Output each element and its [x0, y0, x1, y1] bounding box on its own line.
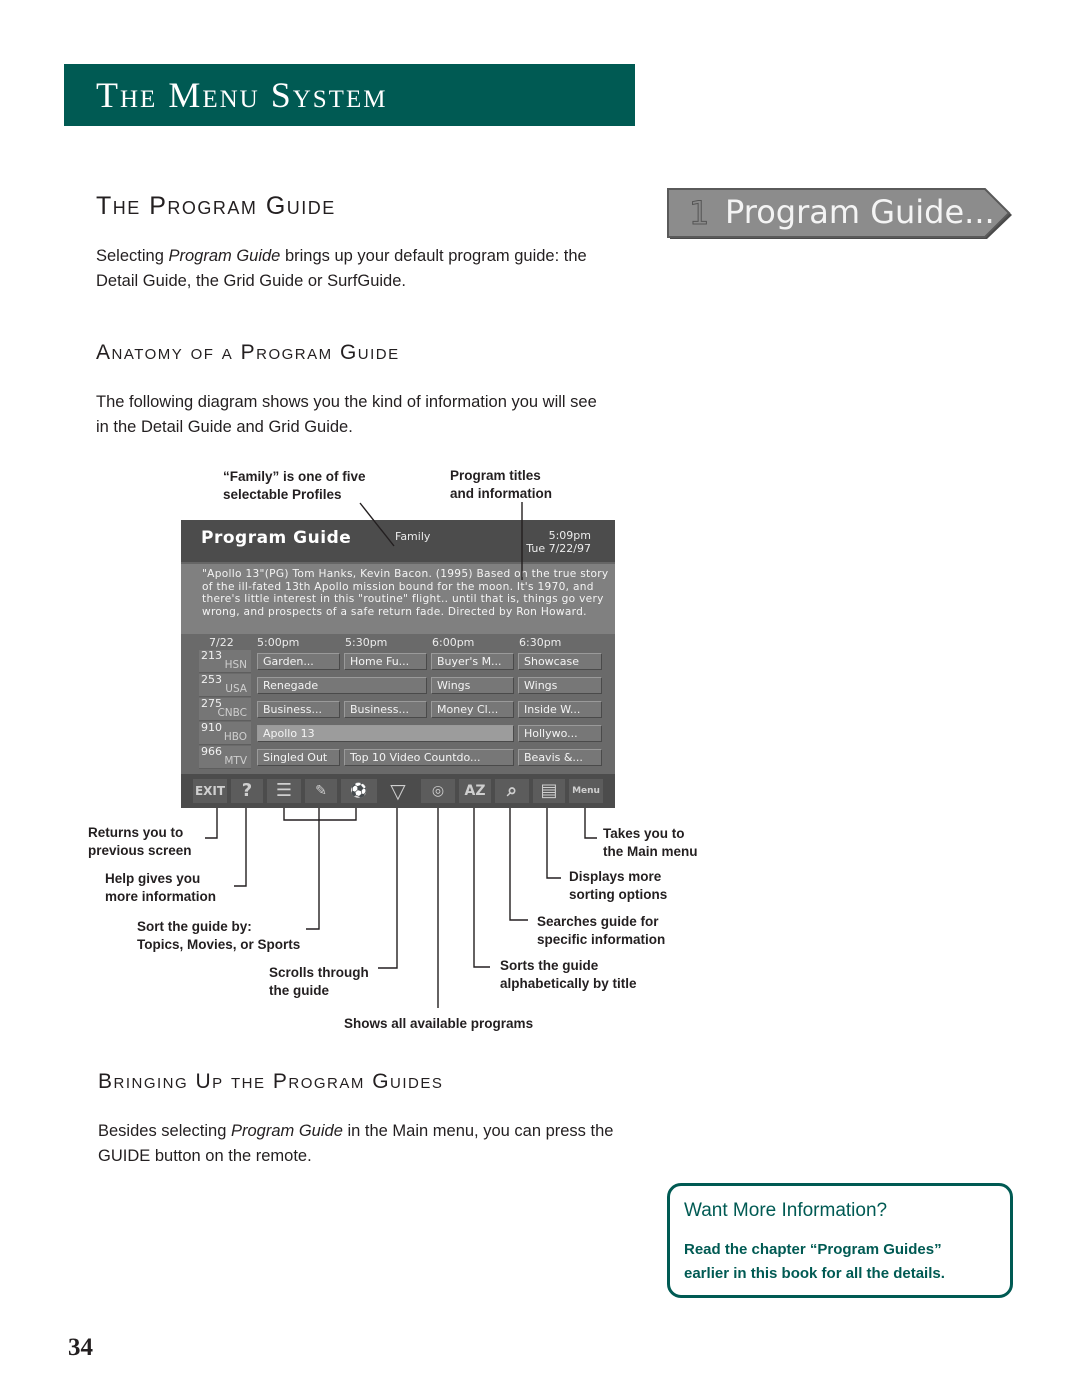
leader-az	[473, 808, 490, 968]
text-span: GUIDE button on the remote.	[98, 1147, 312, 1165]
leader-menu	[584, 808, 597, 839]
callout-line: Sorts the guide	[500, 958, 599, 973]
more-info-text: Read the chapter “Program Guides” earlie…	[684, 1238, 1004, 1286]
callout-line: sorting options	[569, 887, 668, 902]
callout-line: the guide	[269, 983, 329, 998]
leader-search	[509, 808, 528, 921]
leader-sort-bracket	[283, 808, 357, 821]
page-number: 34	[68, 1334, 93, 1361]
callout-line: the Main menu	[603, 844, 698, 859]
more-info-title: Want More Information?	[684, 1200, 888, 1221]
callout-scroll: Scrolls through the guide	[269, 964, 369, 1000]
callout-main-menu: Takes you to the Main menu	[603, 825, 698, 861]
leader-sort	[306, 820, 320, 930]
callout-line: Topics, Movies, or Sports	[137, 937, 301, 952]
callout-sort: Sort the guide by: Topics, Movies, or Sp…	[137, 918, 300, 954]
callout-help: Help gives you more information	[105, 870, 216, 906]
more-info-box: Want More Information? Read the chapter …	[667, 1183, 1013, 1298]
emphasis: Program Guide	[231, 1122, 343, 1140]
leader-sort-more	[546, 808, 561, 879]
section-heading-bringing-up: Bringing Up the Program Guides	[98, 1070, 444, 1093]
leader-profiles	[359, 502, 395, 547]
callout-line: more information	[105, 889, 217, 904]
callout-line: Returns you to	[88, 825, 184, 840]
text-span: Besides selecting	[98, 1122, 231, 1140]
leader-scroll	[378, 808, 398, 969]
leader-exit	[205, 808, 218, 839]
callout-line: Sort the guide by:	[137, 919, 252, 934]
callout-all-programs: Shows all available programs	[344, 1016, 534, 1031]
callout-line: previous screen	[88, 843, 192, 858]
callout-sort-more: Displays more sorting options	[569, 868, 667, 904]
callout-line: alphabetically by title	[500, 976, 637, 991]
callout-line: Searches guide for	[537, 914, 659, 929]
info-line: earlier in this book for all the details…	[684, 1265, 945, 1282]
callout-line: Takes you to	[603, 826, 685, 841]
callout-line: Scrolls through	[269, 965, 369, 980]
bringing-up-paragraph: Besides selecting Program Guide in the M…	[98, 1119, 613, 1169]
leader-help	[234, 808, 247, 887]
callout-search: Searches guide for specific information	[537, 913, 665, 949]
callout-line: Displays more	[569, 869, 662, 884]
callout-az: Sorts the guide alphabetically by title	[500, 957, 637, 993]
text-span: in the Main menu, you can press the	[342, 1122, 614, 1140]
callout-line: Help gives you	[105, 871, 201, 886]
info-line: Read the chapter “Program Guides”	[684, 1241, 942, 1258]
callout-exit: Returns you to previous screen	[88, 824, 192, 860]
callout-line: specific information	[537, 932, 666, 947]
